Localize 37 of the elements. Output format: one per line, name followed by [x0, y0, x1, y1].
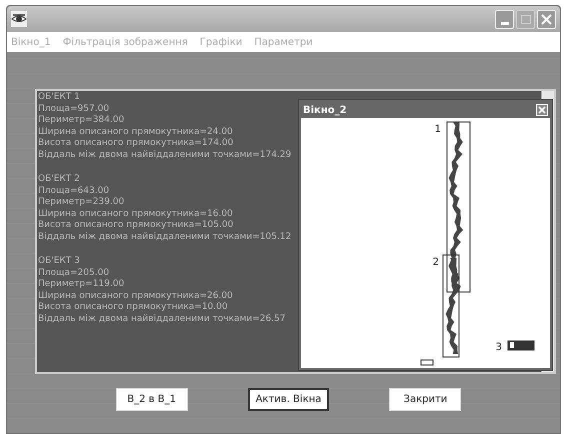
- result-line: Віддаль між двома найвіддаленими точками=105.12: [38, 232, 292, 243]
- result-line: Ширина описаного прямокутника=16.00: [38, 208, 233, 220]
- action-button[interactable]: Актив. Вікна: [248, 388, 330, 411]
- close-icon: [541, 14, 552, 24]
- object-outline-drawing: [508, 340, 534, 350]
- action-button[interactable]: В_2 в В_1: [116, 388, 188, 411]
- close-icon: [538, 106, 546, 114]
- result-line: Ширина описаного прямокутника=24.00: [38, 126, 233, 138]
- object-label: 3: [496, 342, 502, 353]
- result-line: Площа=957.00: [38, 104, 110, 115]
- result-line: Периметр=239.00: [38, 197, 124, 208]
- object-label: 2: [432, 257, 439, 268]
- menu-item[interactable]: Графіки: [200, 34, 242, 50]
- result-line: Периметр=119.00: [38, 279, 124, 290]
- maximize-button[interactable]: [516, 10, 535, 28]
- result-line: Висота описаного прямокутника=10.00: [38, 302, 228, 314]
- result-line: Площа=205.00: [38, 268, 110, 279]
- object-heading: ОБ'ЕКТ 2: [38, 174, 80, 186]
- window-title: Вікно_2: [303, 104, 347, 118]
- small-object-drawing: [420, 360, 434, 366]
- object-label: 1: [434, 124, 441, 135]
- object-heading: ОБ'ЕКТ 3: [38, 256, 80, 268]
- result-line: Віддаль між двома найвіддаленими точками=174.29: [38, 150, 292, 161]
- result-line: Висота описаного прямокутника=174.00: [38, 138, 234, 150]
- eye-icon: [11, 11, 27, 27]
- object-heading: ОБ'ЕКТ 1: [38, 92, 80, 104]
- menu-item[interactable]: Фільтрація зображення: [62, 34, 188, 50]
- close-button[interactable]: [537, 10, 556, 28]
- result-line: Віддаль між двома найвіддаленими точками=26.57: [38, 314, 286, 325]
- minimize-button[interactable]: [495, 10, 514, 28]
- action-button[interactable]: Закрити: [389, 388, 462, 411]
- menu-item[interactable]: Параметри: [254, 34, 313, 50]
- result-line: Ширина описаного прямокутника=26.00: [38, 290, 233, 302]
- result-line: Висота описаного прямокутника=105.00: [38, 220, 234, 232]
- result-line: Периметр=384.00: [38, 115, 124, 126]
- result-line: Площа=643.00: [38, 186, 110, 197]
- menu-item[interactable]: Вікно_1: [11, 34, 51, 50]
